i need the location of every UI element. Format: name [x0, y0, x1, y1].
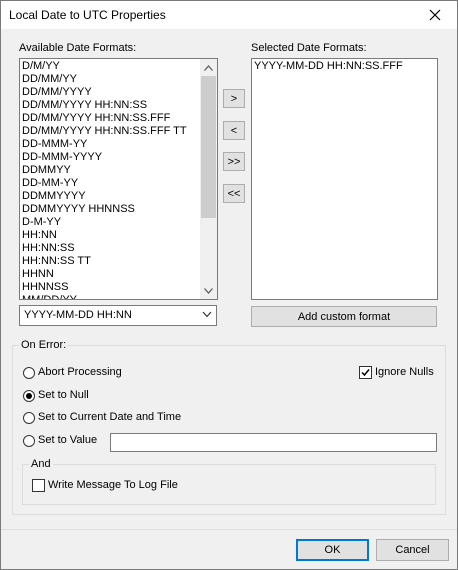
dialog-window: Local Date to UTC Properties Available D… — [0, 0, 458, 570]
abort-processing-radio[interactable] — [23, 367, 35, 379]
list-item[interactable]: DD/MM/YYYY — [20, 86, 217, 99]
on-error-label: On Error: — [19, 339, 69, 351]
cancel-button[interactable]: Cancel — [376, 539, 449, 561]
title-bar: Local Date to UTC Properties — [1, 1, 457, 29]
scroll-thumb[interactable] — [201, 76, 216, 218]
chevron-down-icon — [204, 287, 213, 294]
available-formats-label: Available Date Formats: — [19, 42, 137, 54]
list-item[interactable]: DD-MMM-YY — [20, 138, 217, 151]
write-log-checkbox[interactable] — [32, 479, 45, 492]
list-item[interactable]: HH:NN — [20, 229, 217, 242]
set-to-value-label[interactable]: Set to Value — [38, 434, 97, 446]
list-item[interactable]: DD-MM-YY — [20, 177, 217, 190]
available-formats-scrollbar[interactable] — [200, 59, 217, 299]
available-formats-list[interactable]: D/M/YY DD/MM/YY DD/MM/YYYY DD/MM/YYYY HH:NN… — [19, 58, 218, 300]
list-item[interactable]: HH:NN:SS — [20, 242, 217, 255]
ok-button[interactable]: OK — [296, 539, 369, 561]
list-item[interactable]: DD/MM/YYYY HH:NN:SS — [20, 99, 217, 112]
list-item[interactable]: DDMMYYYY HHNNSS — [20, 203, 217, 216]
list-item[interactable]: D-M-YY — [20, 216, 217, 229]
list-item[interactable]: DDMMYY — [20, 164, 217, 177]
custom-format-combo[interactable]: YYYY-MM-DD HH:NN — [19, 305, 217, 326]
add-all-button[interactable]: >> — [223, 152, 245, 171]
list-item[interactable]: D/M/YY — [20, 60, 217, 73]
list-item[interactable]: DD/MM/YYYY HH:NN:SS.FFF TT — [20, 125, 217, 138]
scroll-up-button[interactable] — [200, 59, 217, 76]
list-item[interactable]: DDMMYYYY — [20, 190, 217, 203]
set-to-current-radio[interactable] — [23, 412, 35, 424]
scroll-down-button[interactable] — [200, 282, 217, 299]
and-label: And — [29, 458, 53, 470]
selected-formats-items: YYYY-MM-DD HH:NN:SS.FFF — [252, 59, 437, 73]
footer-separator — [1, 529, 457, 530]
set-value-input[interactable] — [110, 433, 437, 452]
chevron-down-icon — [202, 311, 212, 318]
add-selected-button[interactable]: > — [223, 89, 245, 108]
list-item[interactable]: DD-MMM-YYYY — [20, 151, 217, 164]
set-to-null-label[interactable]: Set to Null — [38, 389, 89, 401]
set-to-current-label[interactable]: Set to Current Date and Time — [38, 411, 181, 423]
custom-format-value: YYYY-MM-DD HH:NN — [24, 309, 132, 321]
set-to-null-radio[interactable] — [23, 390, 35, 402]
add-custom-format-button[interactable]: Add custom format — [251, 306, 437, 327]
selected-formats-list[interactable]: YYYY-MM-DD HH:NN:SS.FFF — [251, 58, 438, 300]
ignore-nulls-label[interactable]: Ignore Nulls — [375, 366, 434, 378]
remove-all-button[interactable]: << — [223, 184, 245, 203]
list-item[interactable]: YYYY-MM-DD HH:NN:SS.FFF — [252, 60, 437, 73]
list-item[interactable]: MM/DD/YY — [20, 294, 217, 299]
selected-formats-label: Selected Date Formats: — [251, 42, 367, 54]
window-title: Local Date to UTC Properties — [9, 8, 166, 22]
close-icon — [429, 9, 441, 21]
ignore-nulls-checkbox[interactable] — [359, 366, 372, 379]
remove-selected-button[interactable]: < — [223, 121, 245, 140]
chevron-up-icon — [204, 64, 213, 71]
list-item[interactable]: DD/MM/YY — [20, 73, 217, 86]
abort-processing-label[interactable]: Abort Processing — [38, 366, 122, 378]
list-item[interactable]: HHNN — [20, 268, 217, 281]
list-item[interactable]: DD/MM/YYYY HH:NN:SS.FFF — [20, 112, 217, 125]
list-item[interactable]: HH:NN:SS TT — [20, 255, 217, 268]
set-to-value-radio[interactable] — [23, 435, 35, 447]
available-formats-items: D/M/YY DD/MM/YY DD/MM/YYYY DD/MM/YYYY HH:NN… — [20, 59, 217, 299]
checkmark-icon — [361, 369, 370, 377]
list-item[interactable]: HHNNSS — [20, 281, 217, 294]
close-button[interactable] — [413, 1, 457, 29]
write-log-label[interactable]: Write Message To Log File — [48, 479, 178, 491]
